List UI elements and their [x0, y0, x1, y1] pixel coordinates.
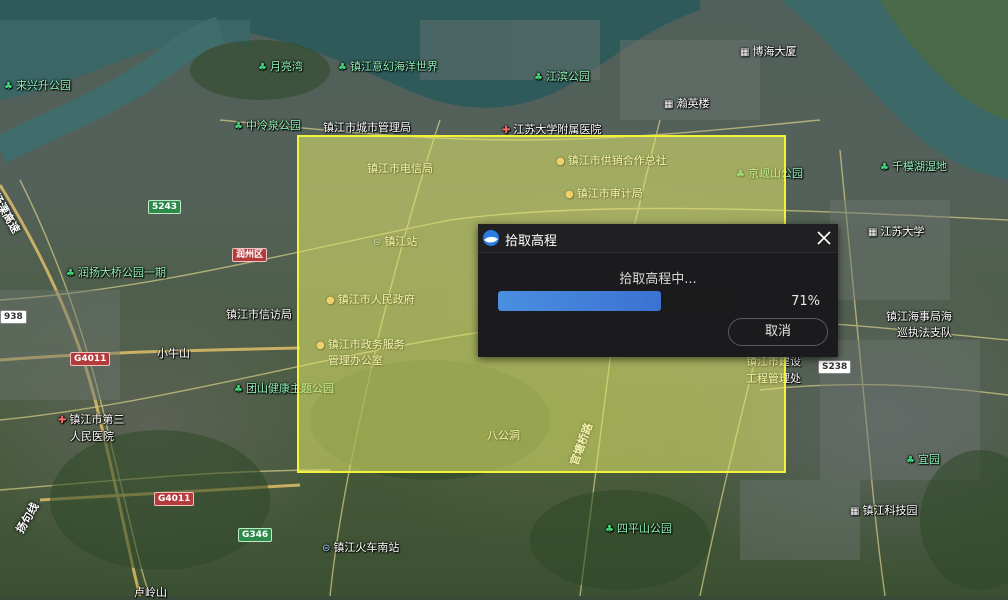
- building-icon: ▦: [664, 99, 674, 110]
- poi-label: 镇江海事局海: [886, 310, 952, 323]
- poi-label: 镇江市信访局: [226, 308, 292, 321]
- map-poi[interactable]: 镇江市城市管理局: [323, 121, 411, 135]
- park-icon: ♣: [605, 524, 614, 535]
- map-poi[interactable]: ▦ 瀚英楼: [664, 97, 709, 112]
- map-poi[interactable]: ▦ 镇江科技园: [850, 504, 917, 519]
- poi-label: 润扬大桥公园一期: [77, 266, 166, 279]
- poi-label: 博海大厦: [752, 45, 797, 58]
- elevation-pick-dialog: 拾取高程 拾取高程中... 71% 取消: [478, 224, 838, 357]
- park-icon: ♣: [880, 162, 889, 173]
- park-icon: ♣: [4, 81, 13, 92]
- map-poi[interactable]: ♣ 中冷泉公园: [234, 119, 301, 134]
- road-shield: 润州区: [232, 248, 268, 262]
- map-poi[interactable]: ▦ 江苏大学: [868, 225, 924, 240]
- hospital-icon: ✚: [58, 415, 67, 426]
- map-poi[interactable]: ⊜ 镇江火车南站: [322, 541, 399, 556]
- map-poi[interactable]: ✚ 镇江市第三: [58, 413, 124, 428]
- map-poi[interactable]: 镇江海事局海: [886, 310, 952, 324]
- poi-label: 江滨公园: [545, 70, 590, 83]
- map-poi[interactable]: 镇江市信访局: [226, 308, 292, 322]
- progress-bar-fill: [498, 291, 661, 311]
- poi-label: 来兴升公园: [15, 79, 71, 92]
- poi-label: 巡执法支队: [897, 326, 952, 339]
- map-poi[interactable]: ♣ 润扬大桥公园一期: [66, 266, 166, 281]
- road-shield: G4011: [70, 352, 111, 366]
- map-poi[interactable]: ♣ 来兴升公园: [4, 79, 71, 94]
- map-poi[interactable]: 人民医院: [70, 430, 114, 444]
- map-poi[interactable]: 巡执法支队: [897, 326, 952, 340]
- map-poi[interactable]: 小牛山: [157, 347, 190, 361]
- road-shield: 5243: [148, 200, 182, 214]
- poi-label: 瀚英楼: [676, 97, 710, 110]
- park-icon: ♣: [234, 121, 243, 132]
- building-icon: ▦: [868, 227, 878, 238]
- poi-label: 镇江火车南站: [333, 541, 400, 554]
- map-poi[interactable]: 卢岭山: [134, 586, 167, 600]
- road-shield: 938: [0, 310, 27, 324]
- rail-icon: ⊜: [322, 543, 331, 554]
- poi-label: 镇江意幻海洋世界: [349, 60, 438, 73]
- poi-label: 月亮湾: [269, 60, 303, 73]
- poi-label: 镇江科技园: [862, 504, 918, 517]
- park-icon: ♣: [338, 62, 347, 73]
- app-logo-icon: [483, 230, 499, 246]
- map-poi[interactable]: ♣ 镇江意幻海洋世界: [338, 60, 438, 75]
- progress-status: 拾取高程中...: [619, 272, 697, 287]
- road-shield: G346: [238, 528, 273, 542]
- map-poi[interactable]: ♣ 江滨公园: [534, 70, 590, 85]
- building-icon: ▦: [850, 506, 860, 517]
- cancel-button[interactable]: 取消: [728, 318, 828, 346]
- poi-label: 镇江市第三: [69, 413, 125, 426]
- map-poi[interactable]: ♣ 千模湖湿地: [880, 160, 947, 175]
- poi-label: 镇江市城市管理局: [323, 121, 411, 134]
- map-poi[interactable]: ▦ 博海大厦: [740, 45, 796, 60]
- dialog-titlebar[interactable]: 拾取高程: [478, 224, 838, 253]
- park-icon: ♣: [534, 72, 543, 83]
- map-poi[interactable]: ♣ 宜园: [906, 453, 940, 468]
- progress-bar: [498, 291, 727, 311]
- poi-label: 小牛山: [157, 347, 190, 360]
- building-icon: ▦: [740, 47, 750, 58]
- road-shield: G4011: [154, 492, 195, 506]
- map-poi[interactable]: ♣ 四平山公园: [605, 522, 672, 537]
- park-icon: ♣: [906, 455, 915, 466]
- poi-label: 人民医院: [70, 430, 114, 443]
- map-poi[interactable]: ♣ 月亮湾: [258, 60, 303, 75]
- progress-percent: 71%: [791, 294, 820, 309]
- poi-label: 江苏大学: [880, 225, 925, 238]
- poi-label: 四平山公园: [616, 522, 672, 535]
- poi-label: 卢岭山: [134, 586, 167, 599]
- park-icon: ♣: [66, 268, 75, 279]
- dialog-title: 拾取高程: [505, 234, 558, 249]
- poi-label: 中冷泉公园: [245, 119, 301, 132]
- poi-label: 千模湖湿地: [891, 160, 947, 173]
- close-icon[interactable]: [814, 228, 834, 248]
- park-icon: ♣: [234, 384, 243, 395]
- poi-label: 宜园: [917, 453, 940, 466]
- park-icon: ♣: [258, 62, 267, 73]
- road-shield: S238: [818, 360, 852, 374]
